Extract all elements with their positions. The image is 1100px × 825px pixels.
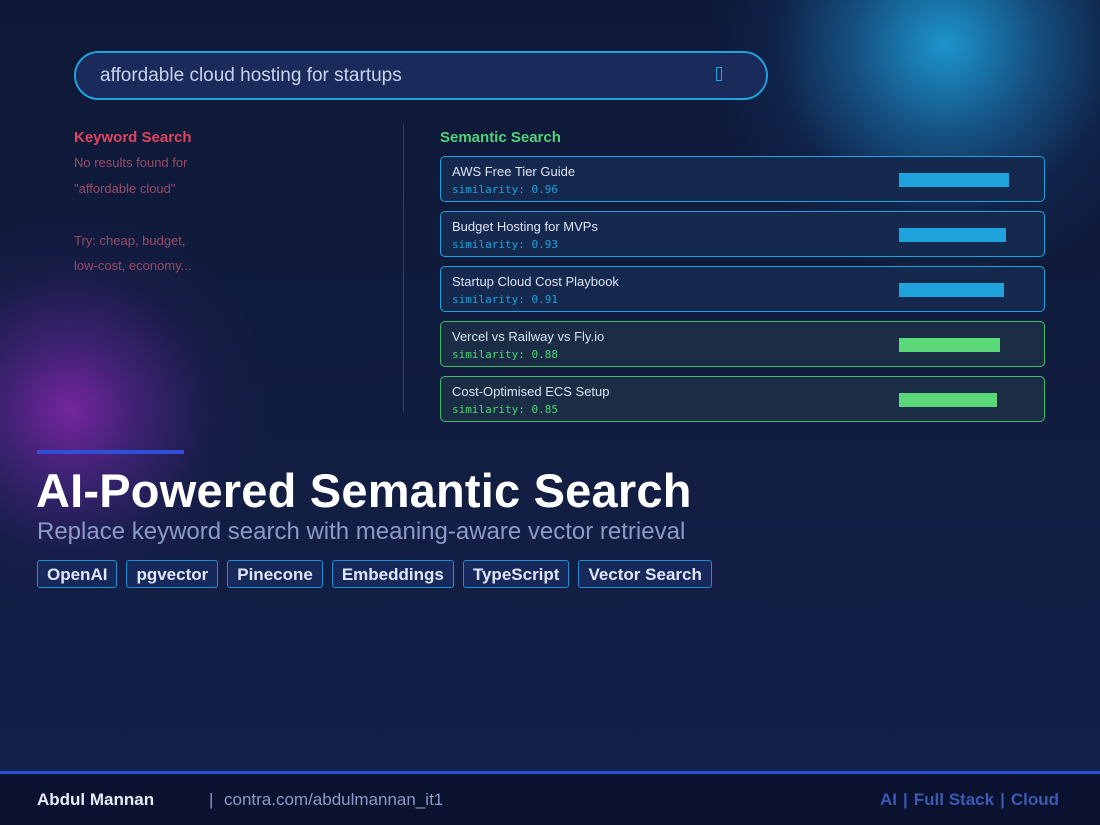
similarity-bar-fill	[899, 338, 1001, 352]
result-card[interactable]: AWS Free Tier Guide similarity: 0.96	[440, 156, 1045, 202]
similarity-bar	[899, 393, 1014, 407]
result-similarity: similarity: 0.96	[452, 183, 558, 196]
tag-openai: OpenAI	[37, 560, 118, 588]
footer: Abdul Mannan | contra.com/abdulmannan_it…	[0, 771, 1100, 825]
hero-title: AI-Powered Semantic Search	[36, 464, 692, 517]
search-input[interactable]: affordable cloud hosting for startups	[100, 53, 402, 98]
result-card[interactable]: Startup Cloud Cost Playbook similarity: …	[440, 266, 1045, 312]
skill-separator: |	[1000, 790, 1005, 809]
footer-separator: |	[209, 790, 214, 809]
result-title: Startup Cloud Cost Playbook	[452, 274, 619, 289]
hero-subtitle: Replace keyword search with meaning-awar…	[37, 518, 686, 545]
skill-ai: AI	[880, 790, 897, 809]
similarity-bar	[899, 228, 1014, 242]
keyword-message-line: "affordable cloud"	[74, 181, 176, 196]
search-bar[interactable]: affordable cloud hosting for startups	[74, 51, 768, 100]
keyword-search-title: Keyword Search	[74, 129, 192, 146]
profile-link[interactable]: contra.com/abdulmannan_it1	[224, 790, 443, 810]
result-title: Vercel vs Railway vs Fly.io	[452, 329, 605, 344]
result-title: Budget Hosting for MVPs	[452, 219, 598, 234]
column-divider	[403, 124, 404, 412]
result-similarity: similarity: 0.91	[452, 293, 558, 306]
keyword-suggestion-line: low-cost, economy...	[74, 258, 192, 273]
tech-tags: OpenAI pgvector Pinecone Embeddings Type…	[37, 560, 712, 588]
similarity-bar-fill	[899, 283, 1004, 297]
similarity-bar-fill	[899, 228, 1006, 242]
similarity-bar-fill	[899, 173, 1010, 187]
footer-skills: AI | Full Stack | Cloud	[880, 790, 1059, 810]
tag-pgvector: pgvector	[126, 560, 219, 588]
result-similarity: similarity: 0.93	[452, 238, 558, 251]
keyword-message-line: No results found for	[74, 155, 188, 170]
skill-full-stack: Full Stack	[913, 790, 995, 809]
tag-embeddings: Embeddings	[331, 560, 454, 588]
keyword-suggestion-line: Try: cheap, budget,	[74, 233, 186, 248]
accent-line	[37, 450, 184, 454]
similarity-bar	[899, 173, 1014, 187]
tag-vector-search: Vector Search	[578, 560, 712, 588]
tag-pinecone: Pinecone	[227, 560, 323, 588]
skill-separator: |	[903, 790, 908, 809]
result-title: Cost-Optimised ECS Setup	[452, 384, 610, 399]
skill-cloud: Cloud	[1010, 790, 1059, 809]
similarity-bar-fill	[899, 393, 997, 407]
result-similarity: similarity: 0.85	[452, 403, 558, 416]
semantic-search-title: Semantic Search	[440, 129, 561, 146]
similarity-bar	[899, 283, 1014, 297]
result-similarity: similarity: 0.88	[452, 348, 558, 361]
author-name: Abdul Mannan	[37, 790, 155, 809]
result-title: AWS Free Tier Guide	[452, 164, 576, 179]
similarity-bar	[899, 338, 1014, 352]
tag-typescript: TypeScript	[462, 560, 570, 588]
result-card[interactable]: Vercel vs Railway vs Fly.io similarity: …	[440, 321, 1045, 367]
result-card[interactable]: Budget Hosting for MVPs similarity: 0.93	[440, 211, 1045, 257]
search-icon[interactable]	[716, 67, 722, 81]
result-card[interactable]: Cost-Optimised ECS Setup similarity: 0.8…	[440, 376, 1045, 422]
